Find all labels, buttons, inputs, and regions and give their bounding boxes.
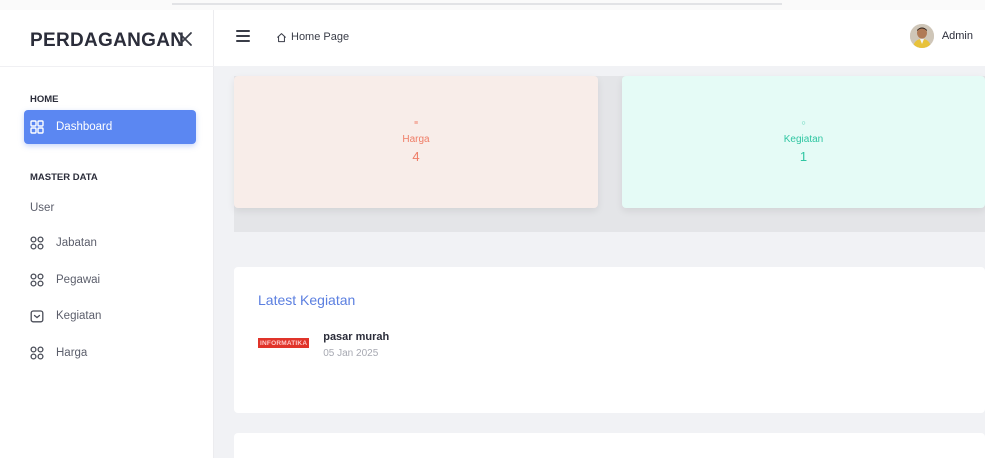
stats-panel: ≡ Harga 4 ○ Kegiatan 1 — [234, 76, 985, 232]
sidebar-item-harga[interactable]: Harga — [24, 336, 196, 370]
brand-title: PERDAGANGAN — [30, 30, 185, 51]
sidebar-item-jabatan[interactable]: Jabatan — [24, 226, 196, 260]
section-title-home: HOME — [30, 94, 59, 105]
grid-icon — [30, 346, 44, 360]
home-icon — [277, 32, 286, 42]
sidebar-item-kegiatan[interactable]: Kegiatan — [24, 299, 196, 333]
stat-label: Kegiatan — [783, 134, 824, 145]
list-item-text: pasar murah 05 Jan 2025 — [323, 331, 389, 359]
tag-icon: ≡ — [413, 120, 419, 127]
sidebar-item-label: Pegawai — [56, 274, 101, 286]
close-sidebar-button[interactable] — [174, 28, 196, 50]
stat-card-harga[interactable]: ≡ Harga 4 — [234, 76, 598, 208]
circle-icon: ○ — [801, 120, 806, 127]
stat-value: 1 — [799, 149, 808, 164]
sidebar-item-label: Kegiatan — [56, 310, 102, 322]
close-icon — [178, 32, 192, 46]
hamburger-line — [236, 35, 250, 37]
sidebar: PERDAGANGAN HOME Dashboard MASTER DATA U… — [0, 10, 214, 458]
sidebar-item-pegawai[interactable]: Pegawai — [24, 263, 196, 297]
calendar-icon — [30, 310, 44, 323]
latest-kegiatan-card: Latest Kegiatan INFORMATIKA pasar murah … — [234, 267, 985, 413]
next-card — [234, 433, 985, 458]
card-title: Latest Kegiatan — [258, 292, 356, 308]
avatar — [909, 24, 934, 48]
stat-card-kegiatan[interactable]: ○ Kegiatan 1 — [622, 76, 985, 208]
avatar-image — [909, 24, 934, 48]
window-top-strip — [0, 0, 985, 10]
grid-icon — [30, 120, 44, 134]
sidebar-divider — [0, 66, 214, 67]
sidebar-item-label: Harga — [56, 347, 88, 359]
hamburger-line — [236, 40, 250, 42]
grid-icon — [30, 273, 44, 287]
grid-icon — [30, 236, 44, 250]
list-item[interactable]: INFORMATIKA pasar murah 05 Jan 2025 — [258, 331, 389, 359]
sidebar-item-label: User — [30, 202, 55, 214]
menu-toggle-button[interactable] — [236, 30, 250, 42]
section-title-master-data: MASTER DATA — [30, 172, 98, 183]
sidebar-item-user[interactable]: User — [24, 191, 196, 225]
breadcrumb-label: Home Page — [291, 31, 350, 43]
stat-value: 4 — [412, 149, 420, 164]
sidebar-item-dashboard[interactable]: Dashboard — [24, 110, 196, 144]
stat-label: Harga — [402, 134, 430, 145]
list-item-title: pasar murah — [323, 331, 390, 343]
user-menu[interactable]: Admin — [909, 24, 973, 48]
sidebar-item-label: Dashboard — [56, 121, 113, 133]
username: Admin — [941, 30, 973, 42]
category-badge: INFORMATIKA — [258, 338, 310, 348]
top-header: Home Page Admin — [214, 10, 985, 66]
hamburger-icon — [236, 30, 250, 32]
top-scroll-bar — [172, 3, 782, 5]
list-item-date: 05 Jan 2025 — [323, 348, 379, 359]
breadcrumb-home[interactable]: Home Page — [276, 31, 349, 43]
sidebar-item-label: Jabatan — [56, 237, 97, 249]
